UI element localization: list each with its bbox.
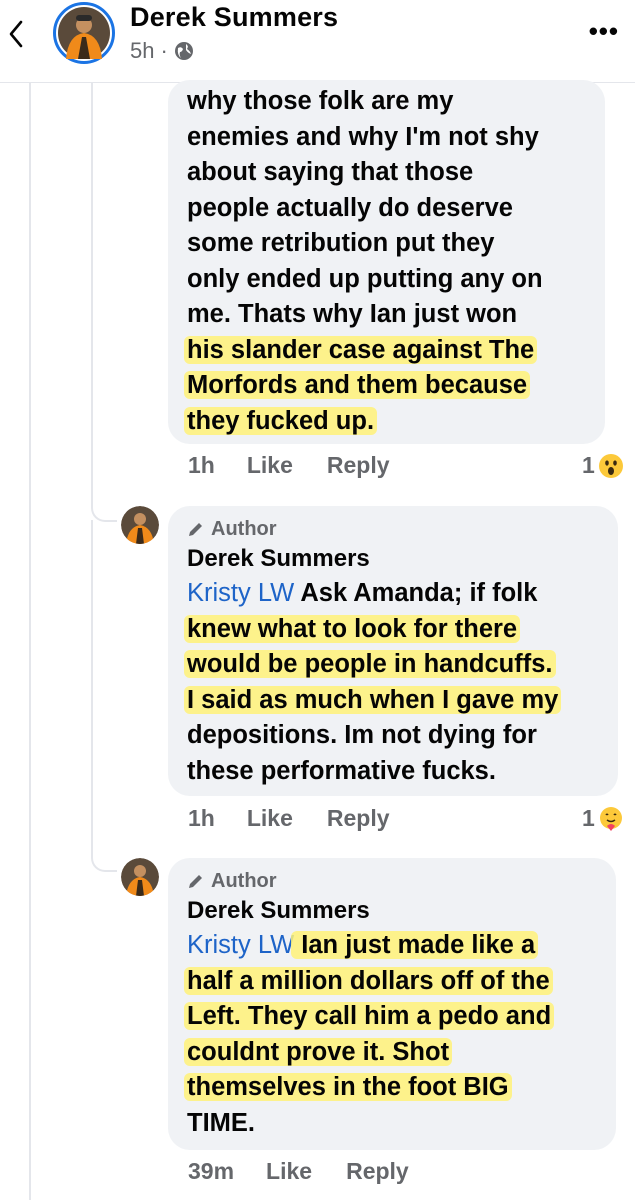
care-reaction-icon xyxy=(599,806,622,831)
highlighted-text: Ian just made like a xyxy=(291,931,539,959)
mention-link[interactable]: Kristy LW xyxy=(187,579,294,607)
profile-avatar[interactable] xyxy=(53,2,115,64)
reaction-summary[interactable]: 1 xyxy=(582,452,624,479)
thread-line xyxy=(91,83,93,503)
comment-time[interactable]: 1h xyxy=(188,452,215,479)
highlighted-text: knew what to look for there xyxy=(184,614,521,643)
comment-actions: 39m Like Reply xyxy=(188,1158,443,1185)
commenter-avatar[interactable] xyxy=(121,858,159,896)
comment-time[interactable]: 1h xyxy=(188,805,215,832)
comment-text-line: why those folk are my xyxy=(187,87,454,115)
globe-icon xyxy=(174,42,193,60)
post-header: Derek Summers 5h · ••• xyxy=(0,0,635,83)
reaction-summary[interactable]: 1 xyxy=(582,805,624,832)
author-badge: Author xyxy=(187,516,608,542)
comment-actions: 1h Like Reply xyxy=(188,805,424,832)
reaction-count: 1 xyxy=(582,805,595,831)
comment-text-line: Left. They call him a pedo and xyxy=(184,999,606,1035)
reply-button[interactable]: Reply xyxy=(327,452,390,479)
comment-text-line: depositions. Im not dying for xyxy=(187,721,537,749)
comment-text-line: some retribution put they xyxy=(187,229,495,257)
comment-text-line: I said as much when I gave my xyxy=(184,683,608,719)
comment-text-line: me. Thats why Ian just won xyxy=(187,300,518,328)
more-options-button[interactable]: ••• xyxy=(589,16,619,47)
avatar-image xyxy=(121,858,159,896)
like-button[interactable]: Like xyxy=(266,1158,312,1185)
reaction-count: 1 xyxy=(582,452,595,478)
comment-text-line: couldnt prove it. Shot xyxy=(184,1035,606,1071)
thread-line xyxy=(29,83,31,1200)
highlighted-text: Morfords and them because xyxy=(184,371,531,399)
comment-time[interactable]: 39m xyxy=(188,1158,234,1185)
post-time[interactable]: 5h xyxy=(130,38,154,64)
comment-text-line: Kristy LW Ian just made like a xyxy=(187,928,606,964)
back-button[interactable] xyxy=(6,16,26,52)
author-badge-label: Author xyxy=(211,518,277,540)
pen-icon xyxy=(189,523,202,536)
avatar-image xyxy=(58,7,110,59)
comment-text-line: enemies and why I'm not shy xyxy=(187,122,539,151)
comment-bubble[interactable]: Author Derek Summers Kristy LW Ian just … xyxy=(168,858,616,1150)
pen-icon xyxy=(189,875,202,888)
like-button[interactable]: Like xyxy=(247,452,293,479)
author-badge: Author xyxy=(187,868,606,894)
comment-text-line: Kristy LW Ask Amanda; if folk xyxy=(187,579,538,607)
comment-text-line: only ended up putting any on xyxy=(187,264,543,293)
like-button[interactable]: Like xyxy=(247,805,293,832)
author-badge-label: Author xyxy=(211,870,277,892)
highlighted-text: they fucked up. xyxy=(184,406,378,435)
post-meta: 5h · xyxy=(130,38,194,64)
comment-text-line: about saying that those xyxy=(187,158,474,186)
avatar-image xyxy=(121,506,159,544)
highlighted-text: would be people in handcuffs. xyxy=(184,650,556,678)
thread-connector xyxy=(91,840,117,872)
highlighted-text: themselves in the foot BIG xyxy=(184,1073,512,1101)
commenter-name[interactable]: Derek Summers xyxy=(187,542,608,576)
comment-actions: 1h Like Reply xyxy=(188,452,424,479)
chevron-left-icon xyxy=(9,20,23,48)
meta-separator: · xyxy=(160,38,168,63)
comment-text-line: Morfords and them because xyxy=(184,368,591,404)
highlighted-text: I said as much when I gave my xyxy=(184,685,562,714)
commenter-avatar[interactable] xyxy=(121,506,159,544)
comment-bubble[interactable]: Author Derek Summers Kristy LW Ask Amand… xyxy=(168,506,618,796)
reply-button[interactable]: Reply xyxy=(327,805,390,832)
profile-name[interactable]: Derek Summers xyxy=(130,2,338,33)
highlighted-text: his slander case against The xyxy=(184,335,538,364)
comment-text-line: would be people in handcuffs. xyxy=(184,647,608,683)
comment-text-line: TIME. xyxy=(187,1108,255,1137)
comment-text-line: half a million dollars off of the xyxy=(184,964,606,1000)
highlighted-text: half a million dollars off of the xyxy=(184,966,553,995)
comment-text-line: themselves in the foot BIG xyxy=(184,1070,606,1106)
mention-link[interactable]: Kristy LW xyxy=(187,931,294,959)
highlighted-text: couldnt prove it. Shot xyxy=(184,1037,453,1066)
reply-button[interactable]: Reply xyxy=(346,1158,409,1185)
highlighted-text: Left. They call him a pedo and xyxy=(184,1002,555,1030)
wow-reaction-icon xyxy=(598,453,623,478)
comment-text-line: knew what to look for there xyxy=(184,612,608,648)
thread-line xyxy=(91,520,93,840)
thread-connector xyxy=(91,490,117,522)
comment-text-line: his slander case against The xyxy=(184,333,591,369)
comment-text-line: these performative fucks. xyxy=(187,756,496,785)
comment-text-line: people actually do deserve xyxy=(187,193,513,222)
comment-bubble[interactable]: why those folk are my enemies and why I'… xyxy=(168,80,605,444)
comment-text-line: they fucked up. xyxy=(184,404,591,440)
commenter-name[interactable]: Derek Summers xyxy=(187,894,606,928)
